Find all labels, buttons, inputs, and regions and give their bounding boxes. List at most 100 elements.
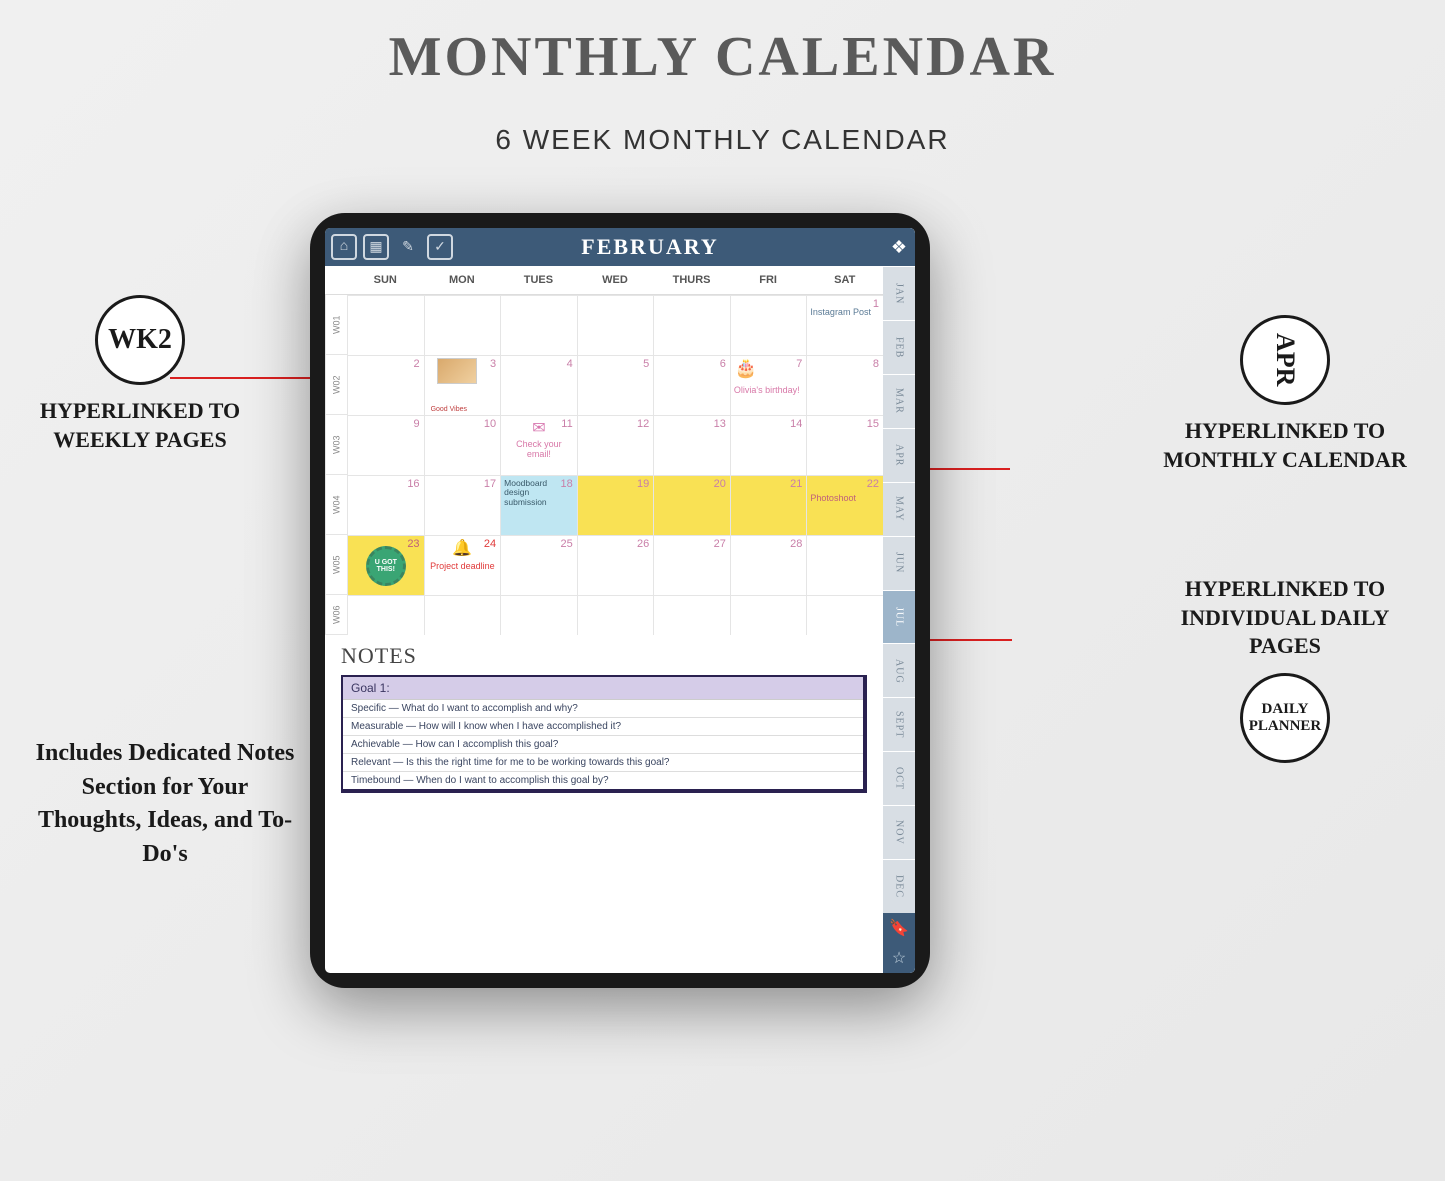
checkbox-icon[interactable]: ✓ [427,234,453,260]
star-icon[interactable]: ☆ [892,948,906,968]
month-tab-jul[interactable]: JUL [883,590,915,644]
month-tab-apr[interactable]: APR [883,428,915,482]
bookmark-icon[interactable]: 🔖 [889,918,909,938]
day-cell[interactable] [577,595,654,635]
week-label[interactable]: W02 [325,355,347,415]
week-label[interactable]: W06 [325,595,347,635]
month-tab-oct[interactable]: OCT [883,751,915,805]
event-text: Olivia's birthday! [734,386,804,396]
day-cell[interactable]: 25 [500,535,577,595]
goal-line: Achievable — How can I accomplish this g… [343,736,863,754]
week-label[interactable]: W04 [325,475,347,535]
day-cell[interactable]: 13 [653,415,730,475]
date-number: 6 [720,358,726,370]
week-label[interactable]: W01 [325,295,347,355]
day-cell[interactable]: 12 [577,415,654,475]
day-cell[interactable] [500,595,577,635]
photo-sticker [437,358,477,384]
day-cell[interactable]: 18 Moodboard design submission [500,475,577,535]
month-tab-dec[interactable]: DEC [883,859,915,913]
month-tab-feb[interactable]: FEB [883,320,915,374]
month-tab-nov[interactable]: NOV [883,805,915,859]
date-number: 15 [867,418,879,430]
date-number: 10 [484,418,496,430]
month-tab-mar[interactable]: MAR [883,374,915,428]
day-cell[interactable]: 6 [653,355,730,415]
day-cell[interactable]: 15 [806,415,883,475]
day-cell[interactable]: 5 [577,355,654,415]
day-cell[interactable]: 3 Good Vibes [424,355,501,415]
day-cell[interactable]: 20 [653,475,730,535]
event-text: Check your email! [504,440,574,460]
month-tab-sept[interactable]: SEPT [883,697,915,751]
day-cell[interactable]: 7 🎂 Olivia's birthday! [730,355,807,415]
week-row: W02 2 3 Good Vibes 4 5 6 7 🎂 Olivia's bi… [325,355,883,415]
day-cell[interactable]: 11 ✉ Check your email! [500,415,577,475]
day-cell[interactable]: 26 [577,535,654,595]
day-cell[interactable]: 4 [500,355,577,415]
calendar-icon[interactable]: ▦ [363,234,389,260]
wk2-badge: WK2 [95,295,185,385]
planner-screen: ⌂ ▦ ✎ ✓ FEBRUARY SUN MON TUES WED THURS … [325,228,915,973]
date-number: 28 [790,538,802,550]
week-label[interactable]: W03 [325,415,347,475]
week-label[interactable]: W05 [325,535,347,595]
day-cell[interactable]: 28 [730,535,807,595]
day-cell[interactable] [424,295,501,355]
event-text: Instagram Post [810,308,880,318]
week-row: W05 23 U GOT THIS! 24 🔔 Project deadline… [325,535,883,595]
date-number: 17 [484,478,496,490]
day-cell[interactable] [347,595,424,635]
cake-icon: 🎂 [735,358,757,379]
goal-line: Specific — What do I want to accomplish … [343,700,863,718]
planner-topbar: ⌂ ▦ ✎ ✓ FEBRUARY [325,228,883,266]
day-cell[interactable]: 14 [730,415,807,475]
day-cell[interactable]: 24 🔔 Project deadline [424,535,501,595]
day-cell[interactable]: 8 [806,355,883,415]
day-cell[interactable] [500,295,577,355]
day-cell[interactable]: 17 [424,475,501,535]
layers-icon[interactable]: ❖ [883,228,915,266]
day-cell[interactable]: 27 [653,535,730,595]
day-cell[interactable]: 19 [577,475,654,535]
notes-title: NOTES [341,643,867,669]
day-cell[interactable]: 9 [347,415,424,475]
sidebar-bottom-icons: 🔖 ☆ [883,913,915,973]
month-tab-jun[interactable]: JUN [883,536,915,590]
day-header: WED [577,266,654,294]
day-cell[interactable] [730,595,807,635]
pencil-icon[interactable]: ✎ [395,234,421,260]
day-cell[interactable] [424,595,501,635]
day-cell[interactable] [347,295,424,355]
day-cell[interactable]: 2 [347,355,424,415]
day-cell[interactable] [577,295,654,355]
week-row: W03 9 10 11 ✉ Check your email! 12 13 14… [325,415,883,475]
day-cell[interactable]: 21 [730,475,807,535]
goal-box[interactable]: Goal 1: Specific — What do I want to acc… [341,675,867,793]
day-cell[interactable]: 23 U GOT THIS! [347,535,424,595]
day-cell[interactable]: 1 Instagram Post [806,295,883,355]
week-row: W06 [325,595,883,635]
month-tab-aug[interactable]: AUG [883,643,915,697]
day-cell[interactable]: 22 Photoshoot [806,475,883,535]
date-number: 24 [484,538,496,550]
day-header: TUES [500,266,577,294]
date-number: 21 [790,478,802,490]
day-cell[interactable] [806,595,883,635]
day-cell[interactable]: 10 [424,415,501,475]
week-row: W04 16 17 18 Moodboard design submission… [325,475,883,535]
date-number: 8 [873,358,879,370]
day-cell[interactable] [653,595,730,635]
bell-icon: 🔔 [452,538,472,558]
day-header: MON [424,266,501,294]
day-cell[interactable] [806,535,883,595]
envelope-icon: ✉ [532,418,545,438]
day-cell[interactable] [653,295,730,355]
day-cell[interactable] [730,295,807,355]
home-icon[interactable]: ⌂ [331,234,357,260]
day-cell[interactable]: 16 [347,475,424,535]
date-number: 4 [567,358,573,370]
date-number: 7 [796,358,802,370]
month-tab-may[interactable]: MAY [883,482,915,536]
month-tab-jan[interactable]: JAN [883,266,915,320]
